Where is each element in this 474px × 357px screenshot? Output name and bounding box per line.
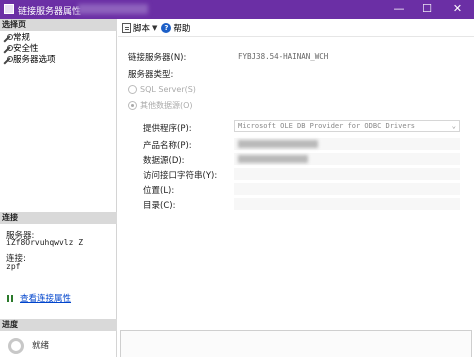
script-button[interactable]: 脚本 ▼ (122, 22, 157, 34)
wrench-icon (2, 34, 13, 43)
catalog-label: 目录(C): (143, 201, 176, 211)
page-security-label: 安全性 (13, 44, 39, 54)
chevron-down-icon: ⌄ (451, 122, 456, 130)
linked-server-value: FYBJ38.54-HAINAN_WCH (238, 52, 329, 61)
redacted-product-name (238, 140, 318, 148)
server-type-label: 服务器类型: (128, 70, 174, 80)
location-field[interactable] (234, 183, 460, 195)
button-panel (120, 330, 472, 357)
page-security[interactable]: 安全性 (2, 44, 39, 55)
help-icon: ? (161, 22, 172, 33)
help-button[interactable]: ? 帮助 (161, 22, 190, 34)
close-button[interactable]: ✕ (441, 0, 474, 19)
app-icon (4, 4, 14, 14)
connection-value: zpf (6, 262, 21, 271)
data-source-label: 数据源(D): (143, 156, 185, 166)
page-general-label: 常规 (13, 33, 31, 43)
product-name-label: 产品名称(P): (143, 141, 192, 151)
provider-string-field[interactable] (234, 168, 460, 180)
progress-header: 进度 (0, 319, 117, 331)
script-icon (122, 22, 131, 33)
wrench-icon (2, 56, 13, 65)
view-connection-properties-link[interactable]: 查看连接属性 (6, 292, 71, 304)
page-server-options[interactable]: 服务器选项 (2, 55, 56, 66)
sql-server-radio[interactable]: SQL Server(S) (128, 85, 196, 94)
toolbar: 脚本 ▼ ? 帮助 (118, 19, 474, 37)
radio-checked-icon (128, 101, 137, 110)
view-connection-properties-label: 查看连接属性 (20, 294, 72, 304)
server-value: iZf8Orvuhqwvlz Z (6, 238, 84, 247)
connection-icon (6, 293, 16, 303)
select-page-header: 选择页 (0, 19, 117, 31)
radio-unchecked-icon (128, 85, 137, 94)
provider-value: Microsoft OLE DB Provider for ODBC Drive… (238, 122, 416, 130)
other-source-option-label: 其他数据源(O) (140, 101, 193, 110)
minimize-button[interactable]: — (385, 0, 413, 19)
maximize-button[interactable]: ☐ (413, 0, 441, 19)
progress-status: 就绪 (32, 341, 50, 351)
linked-server-label: 链接服务器(N): (128, 53, 187, 63)
progress-spinner-icon (8, 338, 24, 354)
chevron-down-icon: ▼ (152, 23, 158, 32)
page-general[interactable]: 常规 (2, 33, 30, 44)
product-name-field[interactable] (234, 138, 460, 150)
provider-select[interactable]: Microsoft OLE DB Provider for ODBC Drive… (234, 120, 460, 132)
window-title: 链接服务器属性 (18, 7, 82, 17)
general-form: 链接服务器(N): FYBJ38.54-HAINAN_WCH 服务器类型: SQ… (118, 38, 474, 357)
redacted-data-source (238, 155, 308, 163)
provider-string-label: 访问接口字符串(Y): (143, 171, 218, 181)
data-source-field[interactable] (234, 153, 460, 165)
title-bar: 链接服务器属性 — ☐ ✕ (0, 0, 474, 19)
provider-label: 提供程序(P): (143, 124, 192, 134)
left-pane: 选择页 常规 安全性 服务器选项 连接 服务器: iZf8Orvuhqwvlz … (0, 19, 117, 357)
other-source-radio[interactable]: 其他数据源(O) (128, 100, 193, 111)
blurred-title-suffix (78, 4, 148, 14)
script-label: 脚本 (133, 23, 151, 34)
page-server-options-label: 服务器选项 (13, 55, 56, 65)
catalog-field[interactable] (234, 198, 460, 210)
sql-server-option-label: SQL Server(S) (140, 85, 196, 94)
help-label: 帮助 (173, 23, 191, 34)
connection-header: 连接 (0, 212, 117, 224)
wrench-icon (2, 45, 13, 54)
location-label: 位置(L): (143, 186, 175, 196)
